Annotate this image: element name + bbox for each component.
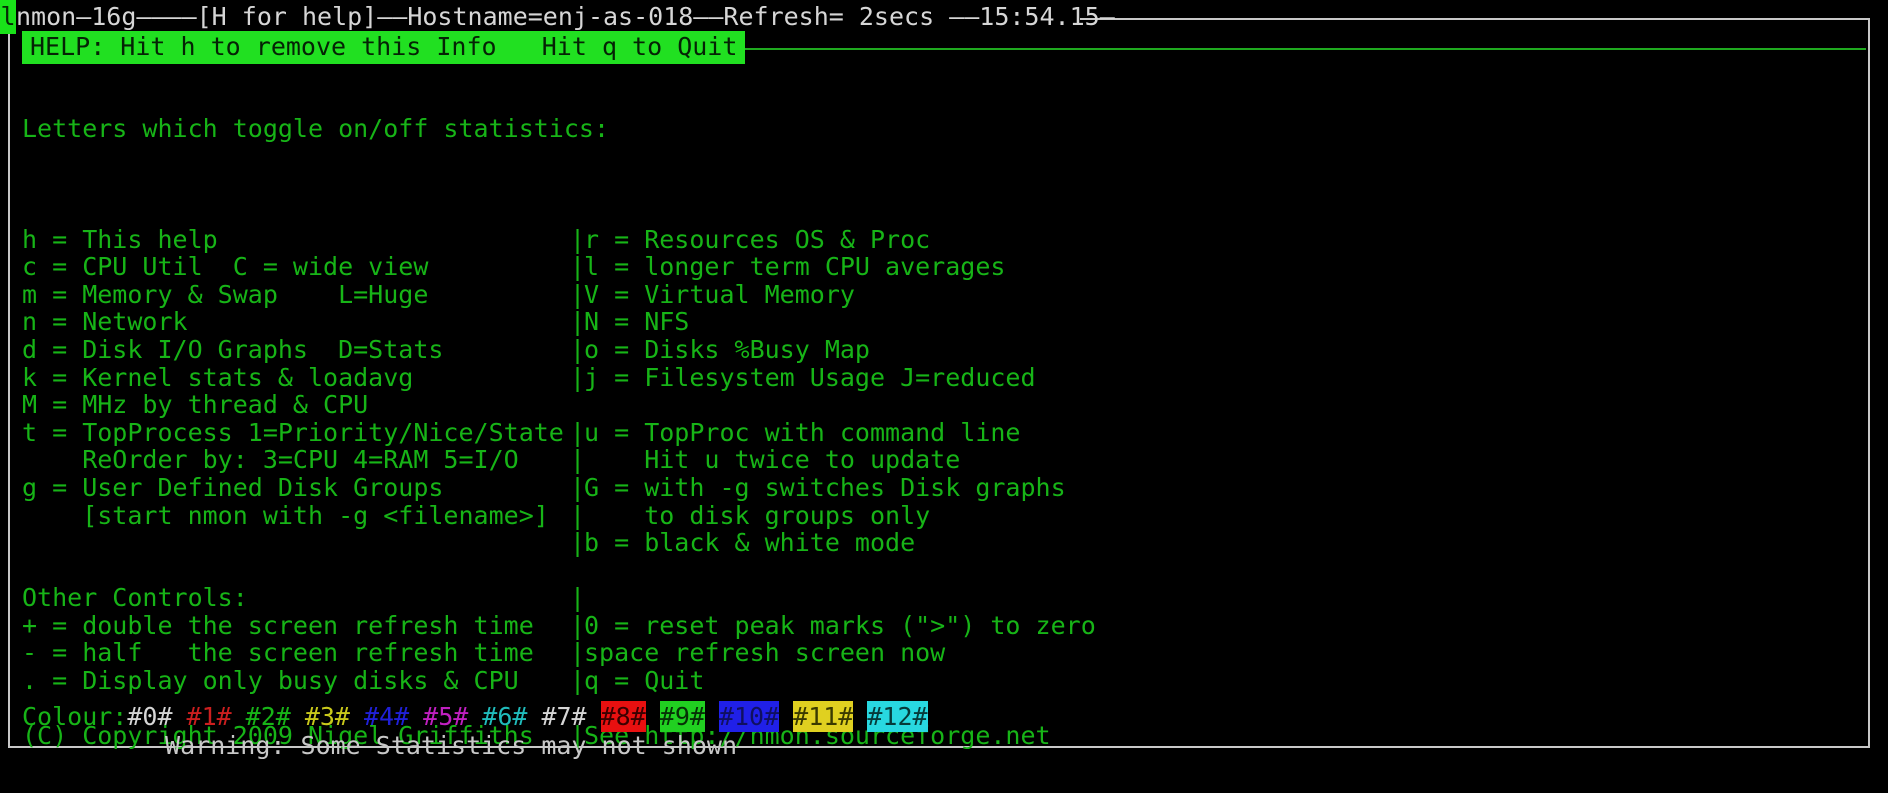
help-row-separator: | bbox=[570, 500, 586, 530]
help-row-left: M = MHz by thread & CPU bbox=[22, 390, 369, 420]
help-row-left: ReOrder by: 3=CPU 4=RAM 5=I/O bbox=[22, 445, 519, 475]
help-row-right: u = TopProc with command line bbox=[584, 417, 1021, 447]
help-intro-text: Letters which toggle on/off statistics: bbox=[22, 114, 609, 144]
help-row-left: k = Kernel stats & loadavg bbox=[22, 362, 414, 392]
help-row: ReOrder by: 3=CPU 4=RAM 5=I/O | Hit u twi… bbox=[22, 446, 1852, 474]
help-row-left: + = double the screen refresh time bbox=[22, 610, 534, 640]
help-row-right: Hit u twice to update bbox=[584, 445, 961, 475]
help-row: - = half the screen refresh time |space r… bbox=[22, 639, 1852, 667]
help-row-right: V = Virtual Memory bbox=[584, 279, 855, 309]
help-row-left: Other Controls: bbox=[22, 583, 248, 613]
help-row-separator: | bbox=[570, 638, 586, 668]
help-row bbox=[22, 557, 1852, 585]
colour-swatch: #4# bbox=[363, 702, 410, 731]
help-row: . = Display only busy disks & CPU |q = Qu… bbox=[22, 667, 1852, 695]
help-row-separator: | bbox=[570, 583, 586, 613]
help-row-right: o = Disks %Busy Map bbox=[584, 334, 870, 364]
colour-swatch: #2# bbox=[245, 702, 291, 731]
help-row-separator: | bbox=[570, 279, 586, 309]
help-row-right: b = black & white mode bbox=[584, 528, 916, 558]
colour-swatch: #3# bbox=[304, 702, 350, 731]
help-row-left: m = Memory & Swap L=Huge bbox=[22, 279, 429, 309]
help-row-separator: | bbox=[570, 528, 586, 558]
help-row-right: 0 = reset peak marks (">") to zero bbox=[584, 610, 1096, 640]
colour-swatch: #8# bbox=[600, 701, 646, 732]
help-row: d = Disk I/O Graphs D=Stats |o = Disks %B… bbox=[22, 336, 1852, 364]
colour-swatch: #6# bbox=[482, 702, 528, 731]
help-row: g = User Defined Disk Groups |G = with -g… bbox=[22, 474, 1852, 502]
help-row-separator: | bbox=[570, 472, 586, 502]
colour-swatch: #7# bbox=[541, 702, 587, 731]
help-row: h = This help |r = Resources OS & Proc bbox=[22, 224, 1852, 254]
colour-legend: Colour:#0# #1# #2# #3# #4# #5# #6# #7# #8# #9# #10… bbox=[22, 701, 928, 732]
help-row: Other Controls: | bbox=[22, 584, 1852, 612]
help-row: |b = black & white mode bbox=[22, 529, 1852, 557]
terminal-cursor[interactable]: l bbox=[0, 0, 16, 34]
help-row-left: c = CPU Util C = wide view bbox=[22, 252, 429, 282]
help-row: k = Kernel stats & loadavg |j = Filesyste… bbox=[22, 362, 1852, 392]
help-row-separator: | bbox=[570, 252, 586, 282]
colour-swatch: #12# bbox=[867, 701, 928, 732]
help-row-left: . = Display only busy disks & CPU bbox=[22, 666, 519, 696]
help-intro-line: Letters which toggle on/off statistics: bbox=[22, 115, 1852, 143]
help-row-right: space refresh screen now bbox=[584, 638, 946, 668]
colour-swatch: #1# bbox=[186, 702, 232, 731]
help-row-separator: | bbox=[570, 666, 586, 696]
help-banner-rule bbox=[688, 48, 1866, 50]
help-row-right: l = longer term CPU averages bbox=[584, 252, 1006, 282]
help-row-right: q = Quit bbox=[584, 666, 705, 696]
help-row-separator: | bbox=[570, 307, 586, 337]
help-row-separator: | bbox=[570, 417, 586, 447]
help-row: [start nmon with -g <filename>] | to disk… bbox=[22, 500, 1852, 530]
help-row: n = Network |N = NFS bbox=[22, 308, 1852, 336]
help-row-right: to disk groups only bbox=[584, 500, 931, 530]
help-row-right: G = with -g switches Disk graphs bbox=[584, 472, 1066, 502]
help-row-right: r = Resources OS & Proc bbox=[584, 224, 931, 254]
help-row-left: h = This help bbox=[22, 224, 218, 254]
title-text: nmon—16g————[H for help]——Hostname=enj-a… bbox=[16, 2, 1115, 31]
help-row-left: [start nmon with -g <filename>] bbox=[22, 500, 549, 530]
help-row: M = MHz by thread & CPU bbox=[22, 391, 1852, 419]
warning-caption: —Warning: Some Statistics may not shown— bbox=[150, 731, 753, 760]
frame-top-rule bbox=[1080, 18, 1870, 20]
colour-swatch: #11# bbox=[793, 701, 854, 732]
help-row-left: t = TopProcess 1=Priority/Nice/State bbox=[22, 417, 564, 447]
help-row-left: - = half the screen refresh time bbox=[22, 638, 534, 668]
help-row-separator: | bbox=[570, 334, 586, 364]
help-row-left: g = User Defined Disk Groups bbox=[22, 472, 444, 502]
colour-swatch: #10# bbox=[718, 701, 780, 732]
colour-swatch: #5# bbox=[423, 702, 469, 731]
help-body: Letters which toggle on/off statistics: … bbox=[22, 60, 1852, 750]
help-row-right: N = NFS bbox=[584, 307, 690, 337]
colour-swatch: #0# bbox=[127, 702, 173, 731]
help-row: c = CPU Util C = wide view |l = longer te… bbox=[22, 253, 1852, 281]
colour-legend-label: Colour: bbox=[22, 702, 128, 731]
terminal-screen: lnmon—16g————[H for help]——Hostname=enj-… bbox=[0, 0, 1888, 793]
help-row-right: j = Filesystem Usage J=reduced bbox=[584, 362, 1036, 392]
nmon-title-bar: lnmon—16g————[H for help]——Hostname=enj-… bbox=[0, 0, 1115, 34]
help-row: m = Memory & Swap L=Huge |V = Virtual Mem… bbox=[22, 281, 1852, 309]
help-row-left: d = Disk I/O Graphs D=Stats bbox=[22, 334, 444, 364]
help-row: + = double the screen refresh time |0 = r… bbox=[22, 612, 1852, 640]
help-row-separator: | bbox=[570, 224, 586, 254]
help-row: t = TopProcess 1=Priority/Nice/State |u =… bbox=[22, 419, 1852, 447]
help-row-separator: | bbox=[570, 610, 586, 640]
colour-swatch: #9# bbox=[659, 701, 705, 732]
help-row-separator: | bbox=[570, 362, 586, 392]
help-row-left: n = Network bbox=[22, 307, 188, 337]
help-row-separator: | bbox=[570, 445, 586, 475]
